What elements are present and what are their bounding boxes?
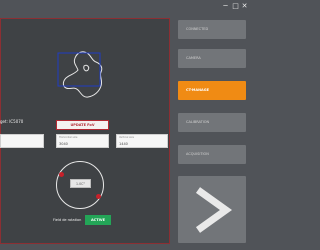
sidebar-item-label: CAMERA xyxy=(186,56,201,60)
minimize-icon[interactable]: ─ xyxy=(222,3,229,10)
rotation-marker-right[interactable] xyxy=(96,194,101,199)
info-card xyxy=(0,134,44,148)
card-value: 3040 xyxy=(59,142,68,146)
card-label: Horizontal size xyxy=(59,136,78,139)
title-bar xyxy=(0,0,250,14)
horizontal-size-card: Horizontal size 3040 xyxy=(56,134,109,148)
sidebar-item-ct-manage[interactable]: CT-MANAGE xyxy=(178,81,246,100)
next-button[interactable] xyxy=(178,176,246,243)
update-fov-button[interactable]: UPDATE FoV xyxy=(56,120,109,130)
active-button[interactable]: ACTIVE xyxy=(85,215,111,225)
chevron-right-icon xyxy=(195,187,233,233)
sidebar-item-label: CONNECTED xyxy=(186,27,209,31)
card-label: Vertical size xyxy=(119,136,134,139)
constellation-outline xyxy=(62,51,103,98)
limit-label: Field de rotation xyxy=(53,218,82,222)
sky-map[interactable] xyxy=(0,20,168,116)
sidebar-item-label: ACQUISITION xyxy=(186,152,209,156)
sidebar-item-camera[interactable]: CAMERA xyxy=(178,49,246,68)
maximize-icon[interactable]: □ xyxy=(232,3,239,10)
vertical-size-card: Vertical size 1440 xyxy=(116,134,168,148)
target-name: get: IC5070 xyxy=(0,119,24,124)
sidebar-item-label: CT-MANAGE xyxy=(186,88,209,92)
rotation-marker-left[interactable] xyxy=(59,172,64,177)
close-icon[interactable]: ✕ xyxy=(241,3,248,10)
card-value: 1440 xyxy=(119,142,128,146)
rotation-value-button[interactable]: 1.0C° xyxy=(70,179,91,188)
sidebar-item-acquisition[interactable]: ACQUISITION xyxy=(178,145,246,164)
sidebar-item-label: CALIBRATION xyxy=(186,120,210,124)
sidebar-item-connected[interactable]: CONNECTED xyxy=(178,20,246,39)
sidebar-item-calibration[interactable]: CALIBRATION xyxy=(178,113,246,132)
